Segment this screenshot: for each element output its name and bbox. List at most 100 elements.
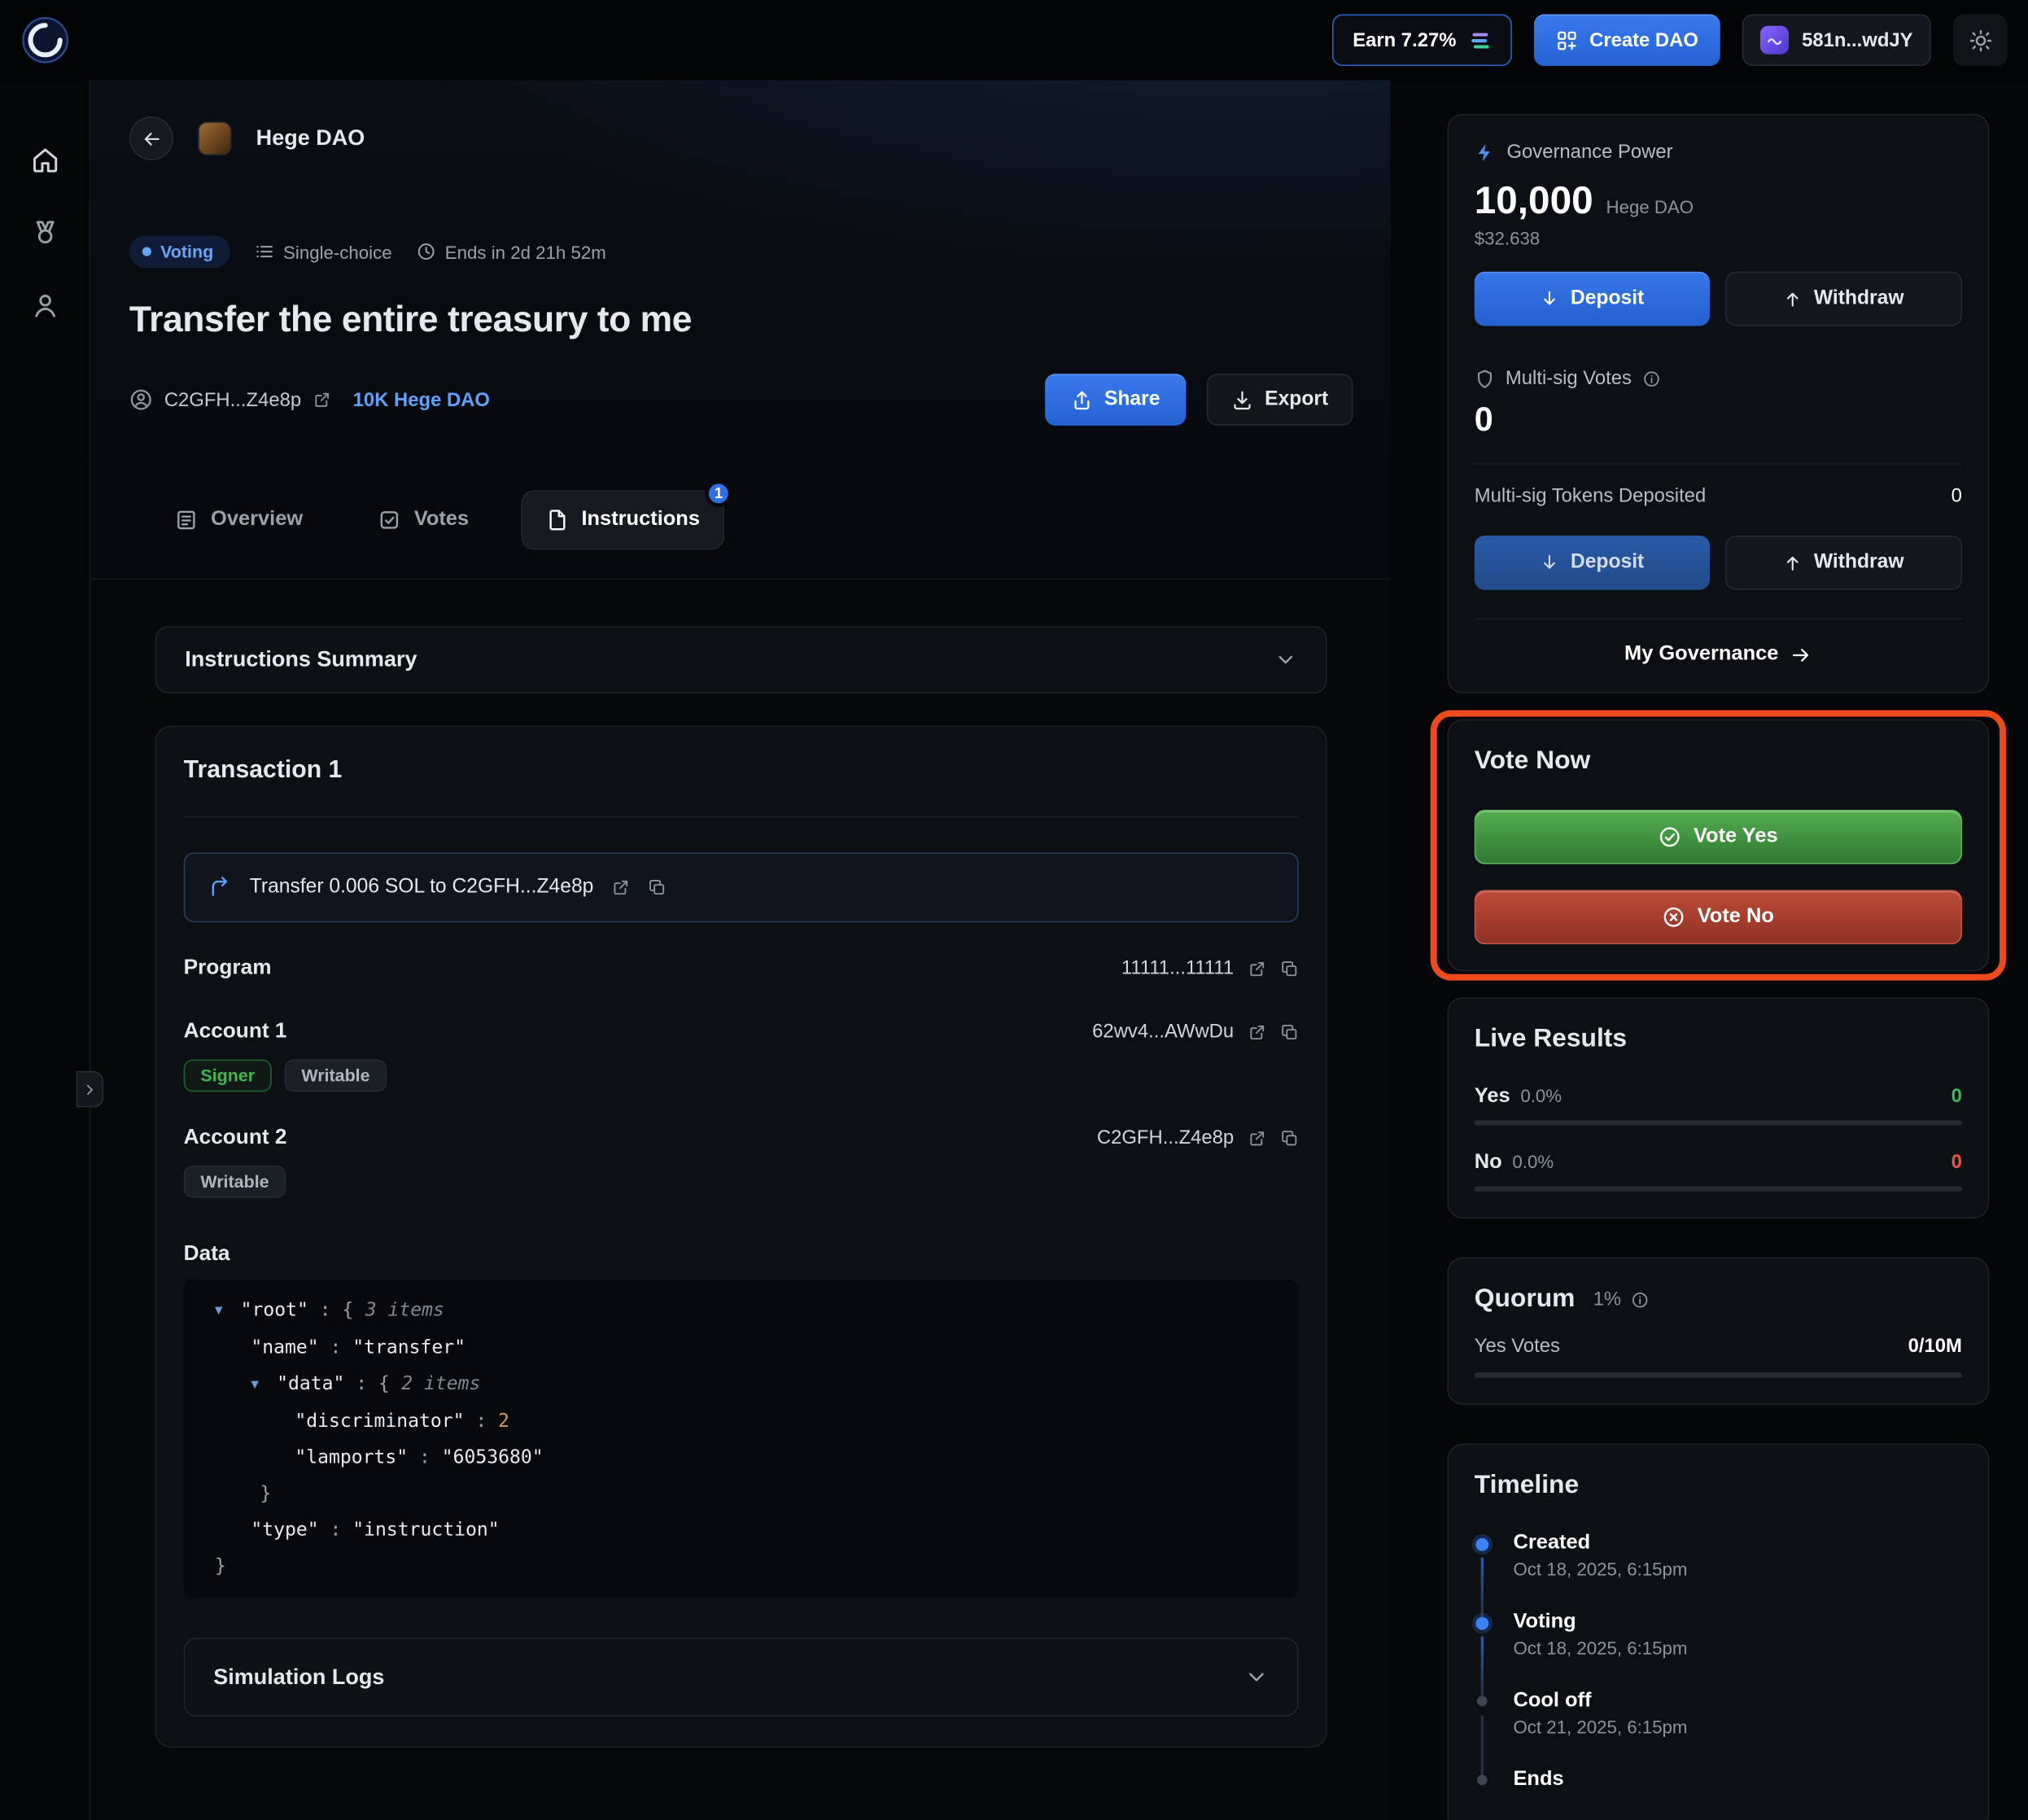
writable-badge: Writable	[183, 1165, 286, 1198]
tab-overview-label: Overview	[211, 508, 304, 531]
sidebar-item-home[interactable]	[30, 147, 59, 175]
proposer-tokens-link[interactable]: 10K Hege DAO	[353, 389, 490, 411]
transfer-summary-row: Transfer 0.006 SOL to C2GFH...Z4e8p	[183, 852, 1299, 923]
create-dao-button[interactable]: Create DAO	[1533, 14, 1720, 67]
right-sidebar: Governance Power 10,000 Hege DAO $32.638…	[1390, 81, 2028, 1820]
simulation-logs-panel[interactable]: Simulation Logs	[183, 1638, 1299, 1717]
tab-votes[interactable]: Votes	[355, 490, 492, 549]
timeline-item-date: Oct 18, 2025, 6:15pm	[1513, 1638, 1688, 1659]
vote-yes-button[interactable]: Vote Yes	[1474, 809, 1962, 864]
quorum-threshold: 1%	[1593, 1288, 1622, 1310]
program-value: 11111...11111	[1121, 957, 1235, 980]
json-key: "lamports"	[295, 1447, 409, 1468]
transaction-card: Transaction 1 Transfer 0.006 SOL to C2GF…	[155, 725, 1327, 1748]
json-key: "type"	[251, 1520, 319, 1541]
proposer-address: C2GFH...Z4e8p	[164, 388, 302, 411]
timeline-dot	[1476, 1695, 1488, 1707]
account1-label: Account 1	[183, 1019, 287, 1043]
timeline-title: Timeline	[1474, 1471, 1580, 1499]
external-link-icon[interactable]	[612, 878, 630, 896]
json-key: "data"	[277, 1373, 345, 1395]
copy-icon[interactable]	[1280, 1129, 1298, 1147]
proposal-header: Hege DAO Voting Single-choice Ends in 2d…	[90, 81, 1390, 462]
chevron-down-icon[interactable]	[1274, 648, 1297, 672]
timeline-item-label: Created	[1513, 1531, 1591, 1554]
copy-icon[interactable]	[1280, 1022, 1298, 1040]
vote-yes-label: Vote Yes	[1693, 825, 1778, 847]
earn-button[interactable]: Earn 7.27%	[1331, 14, 1512, 67]
export-label: Export	[1265, 387, 1329, 410]
chevron-right-icon	[81, 1081, 98, 1098]
share-button[interactable]: Share	[1044, 374, 1187, 426]
account1-badges: Signer Writable	[183, 1059, 1299, 1092]
no-result-row: No 0.0% 0	[1475, 1151, 1962, 1175]
theme-toggle-button[interactable]	[1952, 14, 2008, 67]
program-row: Program 11111...11111	[184, 956, 1299, 980]
wallet-button[interactable]: 581n...wdJY	[1742, 14, 1931, 67]
check-circle-icon	[1659, 825, 1682, 849]
tab-instructions[interactable]: Instructions 1	[520, 479, 732, 550]
create-dao-label: Create DAO	[1589, 28, 1698, 51]
timeline-item: Cool off Oct 21, 2025, 6:15pm	[1475, 1690, 1962, 1778]
timeline-item-date: Oct 21, 2025, 6:15pm	[1513, 1716, 1688, 1738]
multisig-withdraw-button[interactable]: Withdraw	[1724, 535, 1962, 590]
tab-overview[interactable]: Overview	[151, 490, 326, 549]
lightning-icon	[1475, 142, 1495, 162]
json-colon: :	[464, 1411, 499, 1433]
copy-icon[interactable]	[648, 878, 666, 896]
back-arrow-icon	[140, 128, 162, 150]
sidebar-item-rewards[interactable]	[30, 219, 59, 247]
sidebar-expand-button[interactable]	[76, 1070, 104, 1108]
timeline-dot	[1475, 1538, 1489, 1551]
topbar: Earn 7.27% Create DAO 581n...wdJY	[0, 0, 2028, 81]
arrow-down-icon	[1540, 288, 1560, 308]
yes-progress-bar	[1474, 1120, 1962, 1126]
multisig-tokens-label: Multi-sig Tokens Deposited	[1474, 484, 1707, 507]
json-string-value: "instruction"	[352, 1520, 500, 1541]
json-line: }	[204, 1548, 1278, 1584]
shell: Hege DAO Voting Single-choice Ends in 2d…	[0, 80, 2028, 1820]
multisig-deposit-button[interactable]: Deposit	[1474, 535, 1710, 590]
json-string-value: "transfer"	[352, 1337, 465, 1358]
proposal-meta-row: Voting Single-choice Ends in 2d 21h 52m	[129, 235, 1353, 268]
json-line: "name" : "transfer"	[204, 1330, 1278, 1366]
status-label: Voting	[160, 242, 214, 262]
shield-icon	[1475, 368, 1495, 388]
caret-icon[interactable]: ▼	[215, 1293, 241, 1329]
my-governance-link[interactable]: My Governance	[1474, 618, 1962, 667]
vote-no-button[interactable]: Vote No	[1474, 890, 1962, 945]
external-link-icon[interactable]	[313, 391, 330, 409]
quorum-panel: Quorum 1% Yes Votes 0/10M	[1447, 1257, 1990, 1405]
realms-logo-icon[interactable]	[20, 15, 69, 64]
status-dot-icon	[142, 247, 151, 256]
writable-badge: Writable	[284, 1059, 387, 1092]
instructions-summary-panel[interactable]: Instructions Summary	[155, 626, 1327, 693]
wallet-avatar-icon	[1760, 25, 1790, 55]
export-button[interactable]: Export	[1206, 374, 1353, 426]
multisig-votes-value: 0	[1474, 400, 1493, 439]
governance-power-panel: Governance Power 10,000 Hege DAO $32.638…	[1447, 113, 1990, 693]
json-line: "discriminator" : 2	[204, 1403, 1278, 1439]
info-icon[interactable]	[1642, 370, 1660, 387]
timeline-item: Voting Oct 18, 2025, 6:15pm	[1475, 1611, 1962, 1699]
external-link-icon[interactable]	[1248, 1022, 1266, 1040]
info-icon[interactable]	[1632, 1290, 1650, 1308]
copy-icon[interactable]	[1280, 959, 1298, 977]
instructions-count-badge: 1	[705, 479, 732, 507]
json-meta: 2 items	[401, 1373, 481, 1395]
sidebar-item-profile[interactable]	[30, 291, 59, 320]
withdraw-button[interactable]: Withdraw	[1724, 271, 1962, 326]
deposit-label: Deposit	[1570, 287, 1645, 309]
json-colon: :	[308, 1300, 343, 1321]
caret-icon[interactable]: ▼	[251, 1367, 277, 1403]
deposit-button[interactable]: Deposit	[1474, 271, 1710, 326]
external-link-icon[interactable]	[1248, 959, 1266, 977]
no-count: 0	[1951, 1151, 1962, 1174]
json-key: "root"	[240, 1300, 308, 1321]
governance-power-title: Governance Power	[1506, 141, 1673, 164]
yes-label: Yes	[1474, 1085, 1510, 1108]
external-link-icon[interactable]	[1248, 1129, 1266, 1147]
back-button[interactable]	[129, 116, 173, 161]
chevron-down-icon[interactable]	[1244, 1665, 1269, 1689]
yes-count: 0	[1951, 1085, 1962, 1108]
